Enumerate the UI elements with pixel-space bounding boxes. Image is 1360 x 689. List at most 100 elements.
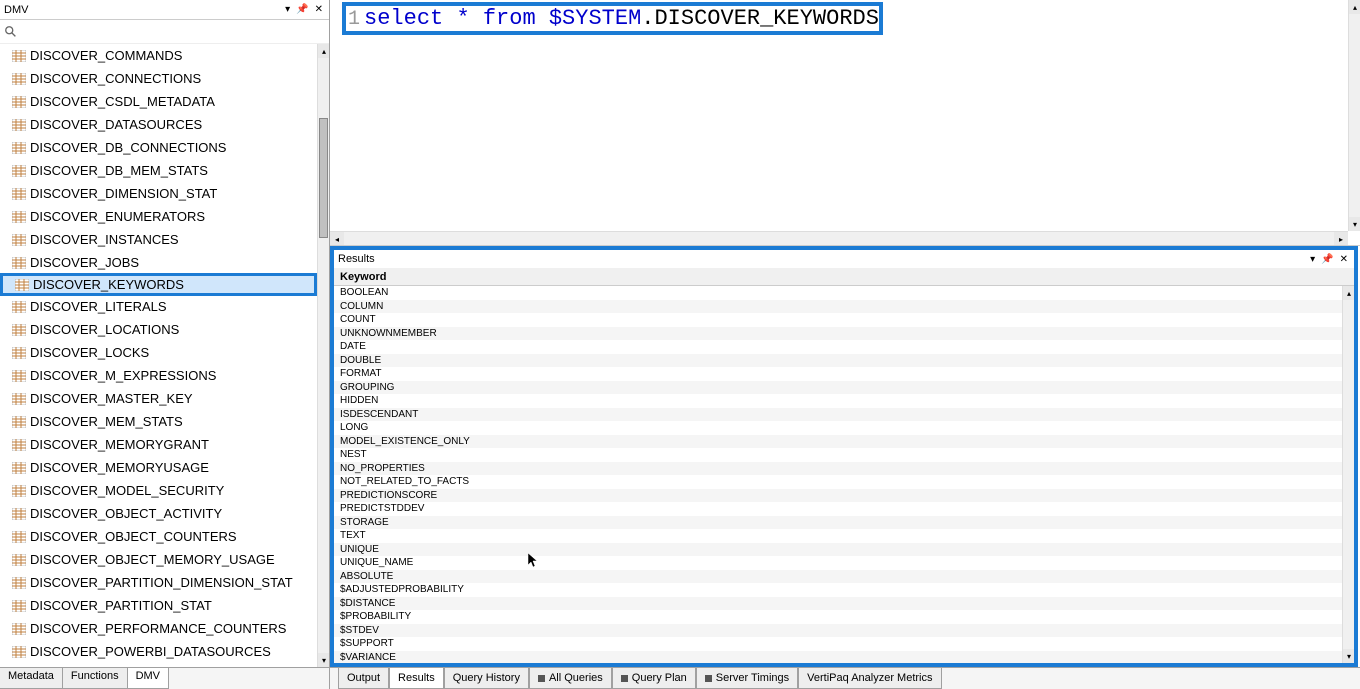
tree-item[interactable]: DISCOVER_INSTANCES: [0, 228, 317, 251]
scroll-thumb[interactable]: [319, 118, 328, 238]
result-row[interactable]: DATE: [334, 340, 1354, 354]
editor-scrollbar-horizontal[interactable]: ◂ ▸: [330, 231, 1348, 245]
result-row[interactable]: NOT_RELATED_TO_FACTS: [334, 475, 1354, 489]
scroll-up-icon[interactable]: ▴: [1343, 286, 1354, 300]
result-row[interactable]: NO_PROPERTIES: [334, 462, 1354, 476]
tree-item[interactable]: DISCOVER_MEM_STATS: [0, 410, 317, 433]
tree-item[interactable]: DISCOVER_DIMENSION_STAT: [0, 182, 317, 205]
panel-pin-icon[interactable]: 📌: [294, 4, 310, 15]
bottom-tab[interactable]: Query Plan: [612, 668, 696, 689]
bottom-tab[interactable]: All Queries: [529, 668, 612, 689]
tree-item[interactable]: DISCOVER_OBJECT_COUNTERS: [0, 525, 317, 548]
scroll-left-icon[interactable]: ◂: [330, 232, 344, 246]
column-header-keyword[interactable]: Keyword: [340, 271, 460, 283]
bottom-tab[interactable]: VertiPaq Analyzer Metrics: [798, 668, 941, 689]
results-grid-header[interactable]: Keyword: [334, 268, 1354, 286]
tree-item[interactable]: DISCOVER_KEYWORDS: [0, 273, 317, 296]
tree-item[interactable]: DISCOVER_CONNECTIONS: [0, 67, 317, 90]
tree-item[interactable]: DISCOVER_PARTITION_STAT: [0, 594, 317, 617]
code-token[interactable]: [443, 6, 456, 31]
panel-close-icon[interactable]: ✕: [1338, 254, 1350, 265]
result-row[interactable]: DOUBLE: [334, 354, 1354, 368]
editor-scrollbar-vertical[interactable]: ▴ ▾: [1348, 0, 1360, 231]
result-row[interactable]: $DISTANCE: [334, 597, 1354, 611]
code-token[interactable]: select: [364, 6, 443, 31]
panel-pin-icon[interactable]: 📌: [1319, 254, 1335, 265]
left-tab[interactable]: Metadata: [0, 668, 63, 689]
result-row[interactable]: $SUPPORT: [334, 637, 1354, 651]
code-token[interactable]: [536, 6, 549, 31]
result-row[interactable]: $VARIANCE: [334, 651, 1354, 664]
editor-line[interactable]: 1select * from $SYSTEM.DISCOVER_KEYWORDS: [346, 6, 879, 31]
scroll-down-icon[interactable]: ▾: [1349, 217, 1360, 231]
tree-item[interactable]: DISCOVER_MODEL_SECURITY: [0, 479, 317, 502]
bottom-tab[interactable]: Query History: [444, 668, 529, 689]
tree-item[interactable]: DISCOVER_M_EXPRESSIONS: [0, 364, 317, 387]
tree-item[interactable]: DISCOVER_OBJECT_ACTIVITY: [0, 502, 317, 525]
tree-item[interactable]: DISCOVER_COMMANDS: [0, 44, 317, 67]
result-row[interactable]: PREDICTSTDDEV: [334, 502, 1354, 516]
editor-zone[interactable]: 1select * from $SYSTEM.DISCOVER_KEYWORDS…: [330, 0, 1360, 246]
result-row[interactable]: COLUMN: [334, 300, 1354, 314]
tree-item[interactable]: DISCOVER_OBJECT_MEMORY_USAGE: [0, 548, 317, 571]
result-row[interactable]: GROUPING: [334, 381, 1354, 395]
tree-scrollbar[interactable]: ▴ ▾: [317, 44, 329, 667]
tree-item[interactable]: DISCOVER_MASTER_KEY: [0, 387, 317, 410]
tree-item-label: DISCOVER_MEM_STATS: [30, 414, 183, 429]
result-row[interactable]: $ADJUSTEDPROBABILITY: [334, 583, 1354, 597]
result-row[interactable]: ABSOLUTE: [334, 570, 1354, 584]
result-row[interactable]: $STDEV: [334, 624, 1354, 638]
code-token[interactable]: .DISCOVER_KEYWORDS: [641, 6, 879, 31]
result-row[interactable]: BOOLEAN: [334, 286, 1354, 300]
result-row[interactable]: STORAGE: [334, 516, 1354, 530]
result-row[interactable]: TEXT: [334, 529, 1354, 543]
tree-item[interactable]: DISCOVER_MEMORYUSAGE: [0, 456, 317, 479]
scroll-up-icon[interactable]: ▴: [318, 44, 329, 58]
results-scrollbar[interactable]: ▴ ▾: [1342, 286, 1354, 663]
tree-item-label: DISCOVER_MODEL_SECURITY: [30, 483, 224, 498]
result-row[interactable]: COUNT: [334, 313, 1354, 327]
search-input[interactable]: [22, 23, 325, 41]
result-row[interactable]: UNIQUE: [334, 543, 1354, 557]
result-row[interactable]: UNKNOWNMEMBER: [334, 327, 1354, 341]
left-tab[interactable]: Functions: [63, 668, 128, 689]
bottom-tab[interactable]: Results: [389, 668, 444, 689]
result-row[interactable]: FORMAT: [334, 367, 1354, 381]
code-token[interactable]: from: [483, 6, 536, 31]
bottom-tab[interactable]: Output: [338, 668, 389, 689]
scroll-right-icon[interactable]: ▸: [1334, 232, 1348, 246]
result-row[interactable]: HIDDEN: [334, 394, 1354, 408]
tree-item[interactable]: DISCOVER_POWERBI_DATASOURCES: [0, 640, 317, 663]
result-row[interactable]: UNIQUE_NAME: [334, 556, 1354, 570]
result-row[interactable]: MODEL_EXISTENCE_ONLY: [334, 435, 1354, 449]
code-token[interactable]: *: [456, 6, 469, 31]
result-row[interactable]: NEST: [334, 448, 1354, 462]
tree-item[interactable]: DISCOVER_DATASOURCES: [0, 113, 317, 136]
tree-item[interactable]: DISCOVER_PARTITION_DIMENSION_STAT: [0, 571, 317, 594]
tree-item[interactable]: DISCOVER_DB_MEM_STATS: [0, 159, 317, 182]
panel-dropdown-icon[interactable]: ▾: [283, 4, 292, 15]
tree-item[interactable]: DISCOVER_LOCKS: [0, 341, 317, 364]
scroll-down-icon[interactable]: ▾: [1343, 649, 1354, 663]
tree-item[interactable]: DISCOVER_DB_CONNECTIONS: [0, 136, 317, 159]
tree-item[interactable]: DISCOVER_LITERALS: [0, 295, 317, 318]
tree-item[interactable]: DISCOVER_MEMORYGRANT: [0, 433, 317, 456]
tree-item[interactable]: DISCOVER_CSDL_METADATA: [0, 90, 317, 113]
scroll-down-icon[interactable]: ▾: [318, 653, 329, 667]
result-row[interactable]: ISDESCENDANT: [334, 408, 1354, 422]
result-row[interactable]: LONG: [334, 421, 1354, 435]
tree-item[interactable]: DISCOVER_ENUMERATORS: [0, 205, 317, 228]
code-token[interactable]: [470, 6, 483, 31]
panel-close-icon[interactable]: ✕: [313, 4, 325, 15]
table-icon: [15, 279, 29, 291]
panel-dropdown-icon[interactable]: ▾: [1308, 254, 1317, 265]
scroll-up-icon[interactable]: ▴: [1349, 0, 1360, 14]
result-row[interactable]: PREDICTIONSCORE: [334, 489, 1354, 503]
tree-item[interactable]: DISCOVER_LOCATIONS: [0, 318, 317, 341]
tree-item[interactable]: DISCOVER_PERFORMANCE_COUNTERS: [0, 617, 317, 640]
tree-item[interactable]: DISCOVER_JOBS: [0, 251, 317, 274]
bottom-tab[interactable]: Server Timings: [696, 668, 798, 689]
result-row[interactable]: $PROBABILITY: [334, 610, 1354, 624]
code-token[interactable]: $SYSTEM: [549, 6, 641, 31]
left-tab[interactable]: DMV: [128, 668, 169, 689]
